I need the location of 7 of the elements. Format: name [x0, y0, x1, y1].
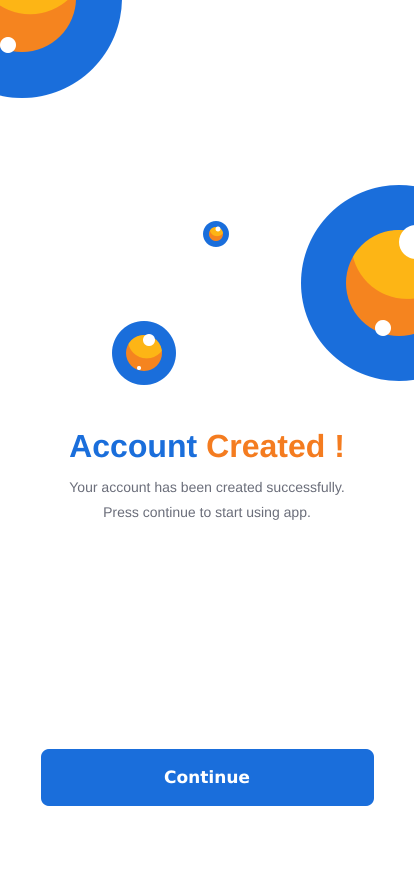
orb-drawing — [112, 321, 176, 385]
title-text: Account — [69, 427, 198, 466]
orb-drawing — [203, 221, 229, 247]
message-text: Your account has been created successfully. — [69, 478, 345, 497]
title-text: Created ! — [206, 427, 345, 466]
message-text: Press continue to start using app. — [103, 503, 311, 522]
continue-button[interactable]: Continue — [40, 749, 374, 806]
